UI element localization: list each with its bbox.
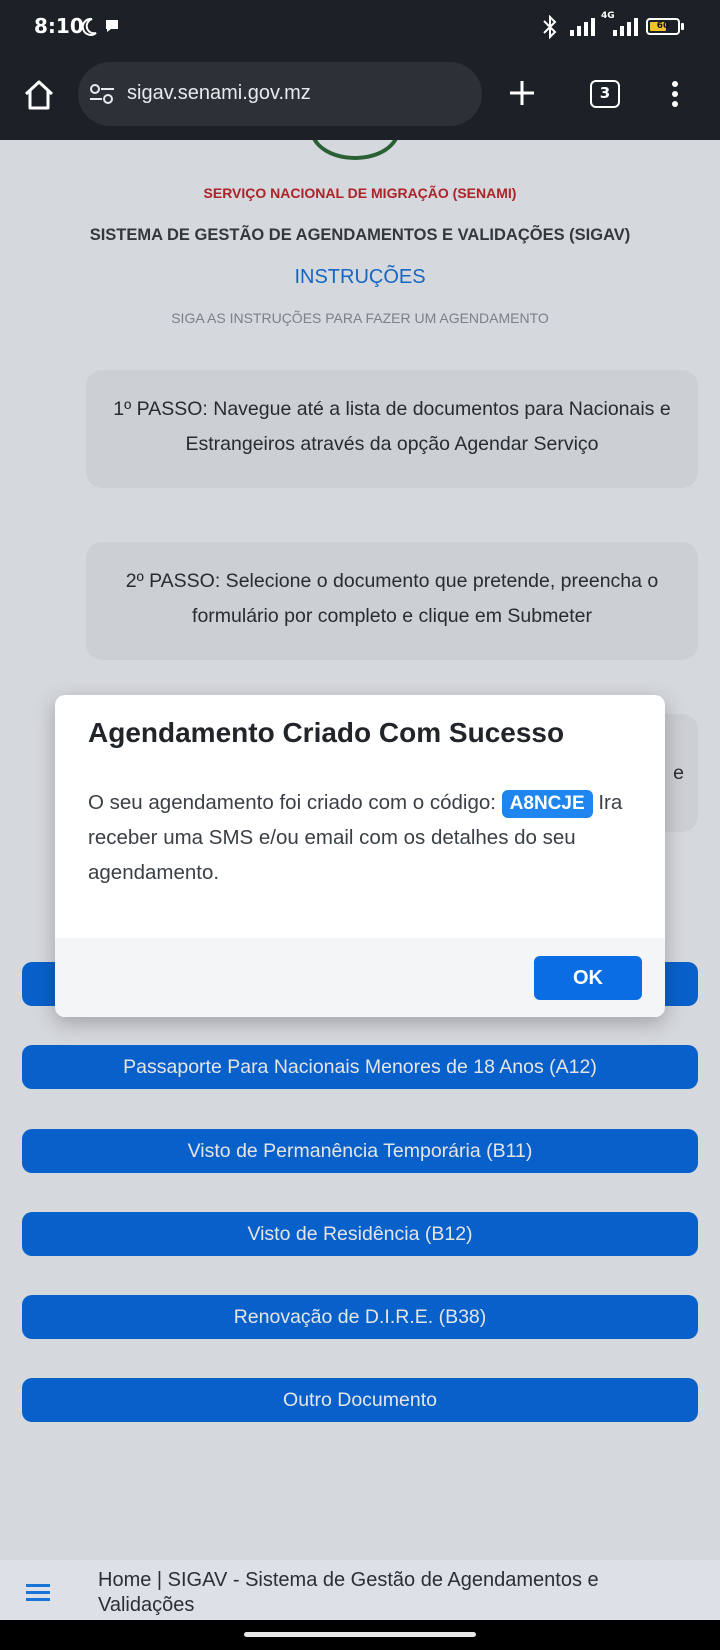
- moon-icon: [81, 17, 97, 36]
- battery-icon: 60: [646, 18, 684, 35]
- site-settings-icon[interactable]: [88, 82, 116, 106]
- success-dialog: Agendamento Criado Com Sucesso O seu age…: [55, 695, 665, 1017]
- ok-button[interactable]: OK: [534, 956, 642, 1000]
- home-gesture-bar[interactable]: [244, 1632, 476, 1637]
- status-bar: 8:10 4G 60: [0, 0, 720, 56]
- dialog-message-prefix: O seu agendamento foi criado com o códig…: [88, 791, 496, 814]
- address-bar[interactable]: sigav.senami.gov.mz: [78, 62, 482, 126]
- browser-toolbar: sigav.senami.gov.mz 3: [0, 56, 720, 140]
- appointment-code-badge: A8NCJE: [501, 790, 593, 818]
- hamburger-menu-icon[interactable]: [26, 1582, 50, 1602]
- dialog-message: O seu agendamento foi criado com o códig…: [88, 785, 648, 890]
- more-menu-icon[interactable]: [671, 80, 679, 108]
- signal-icon: [613, 18, 638, 36]
- dialog-title: Agendamento Criado Com Sucesso: [88, 717, 565, 748]
- chat-bubble-icon: [106, 20, 118, 32]
- clock: 8:10: [34, 14, 84, 38]
- system-nav-bar: [0, 1620, 720, 1650]
- tab-switcher-button[interactable]: 3: [590, 80, 620, 108]
- signal-icon: [570, 18, 595, 36]
- page-title: Home | SIGAV - Sistema de Gestão de Agen…: [98, 1569, 599, 1616]
- home-icon[interactable]: [22, 78, 56, 112]
- bluetooth-icon: [543, 15, 557, 39]
- page-bottom-bar: Home | SIGAV - Sistema de Gestão de Agen…: [0, 1560, 720, 1620]
- url-text[interactable]: sigav.senami.gov.mz: [127, 82, 311, 105]
- new-tab-icon[interactable]: [507, 78, 537, 108]
- battery-level: 60: [656, 21, 670, 31]
